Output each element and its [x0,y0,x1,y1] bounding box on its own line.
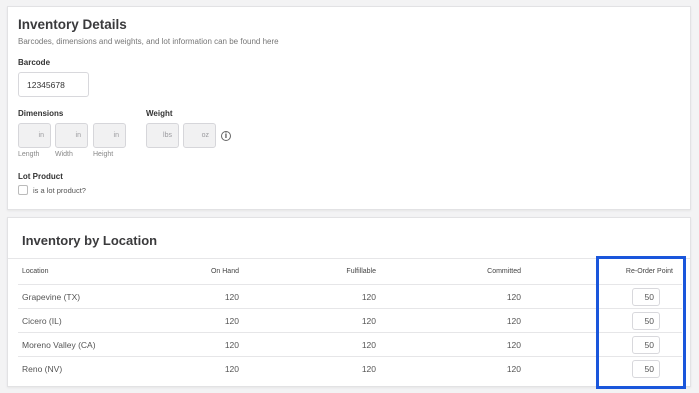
column-header-on-hand: On Hand [210,268,239,275]
length-input[interactable]: in [18,123,51,148]
row-divider [18,308,682,309]
weight-lbs-input[interactable]: lbs [146,123,179,148]
inventory-details-card: Inventory Details Barcodes, dimensions a… [7,6,691,210]
width-caption: Width [55,151,73,158]
column-header-fulfillable: Fulfillable [346,268,376,275]
committed-cell: 120 [506,340,521,350]
reorder-point-highlight [596,256,686,389]
column-header-location: Location [22,268,49,275]
on-hand-cell: 120 [224,292,239,302]
barcode-label: Barcode [18,58,51,67]
header-divider [8,258,690,259]
dimensions-label: Dimensions [18,109,64,118]
on-hand-cell: 120 [224,316,239,326]
inventory-details-title: Inventory Details [18,17,127,32]
row-divider [18,356,682,357]
lot-product-label: Lot Product [18,172,63,181]
fulfillable-cell: 120 [361,316,376,326]
weight-oz-input[interactable]: oz [183,123,216,148]
length-caption: Length [18,151,40,158]
height-input[interactable]: in [93,123,126,148]
committed-cell: 120 [506,364,521,374]
fulfillable-cell: 120 [361,292,376,302]
inventory-by-location-title: Inventory by Location [22,233,158,248]
width-input[interactable]: in [55,123,88,148]
row-divider [18,284,682,285]
inventory-details-subtitle: Barcodes, dimensions and weights, and lo… [18,37,279,46]
barcode-input[interactable]: 12345678 [18,72,89,97]
on-hand-cell: 120 [224,364,239,374]
fulfillable-cell: 120 [361,364,376,374]
committed-cell: 120 [506,292,521,302]
column-header-committed: Committed [487,268,521,275]
row-divider [18,332,682,333]
lot-product-checkbox-label: is a lot product? [33,186,86,195]
location-cell: Moreno Valley (CA) [22,340,96,350]
weight-label: Weight [146,109,173,118]
location-cell: Reno (NV) [22,364,63,374]
lot-product-checkbox[interactable] [18,185,28,195]
location-cell: Grapevine (TX) [22,292,81,302]
location-cell: Cicero (IL) [22,316,62,326]
on-hand-cell: 120 [224,340,239,350]
fulfillable-cell: 120 [361,340,376,350]
inventory-by-location-card: Inventory by Location Location On Hand F… [7,217,691,387]
committed-cell: 120 [506,316,521,326]
height-caption: Height [93,151,114,158]
info-icon[interactable]: i [221,131,231,141]
